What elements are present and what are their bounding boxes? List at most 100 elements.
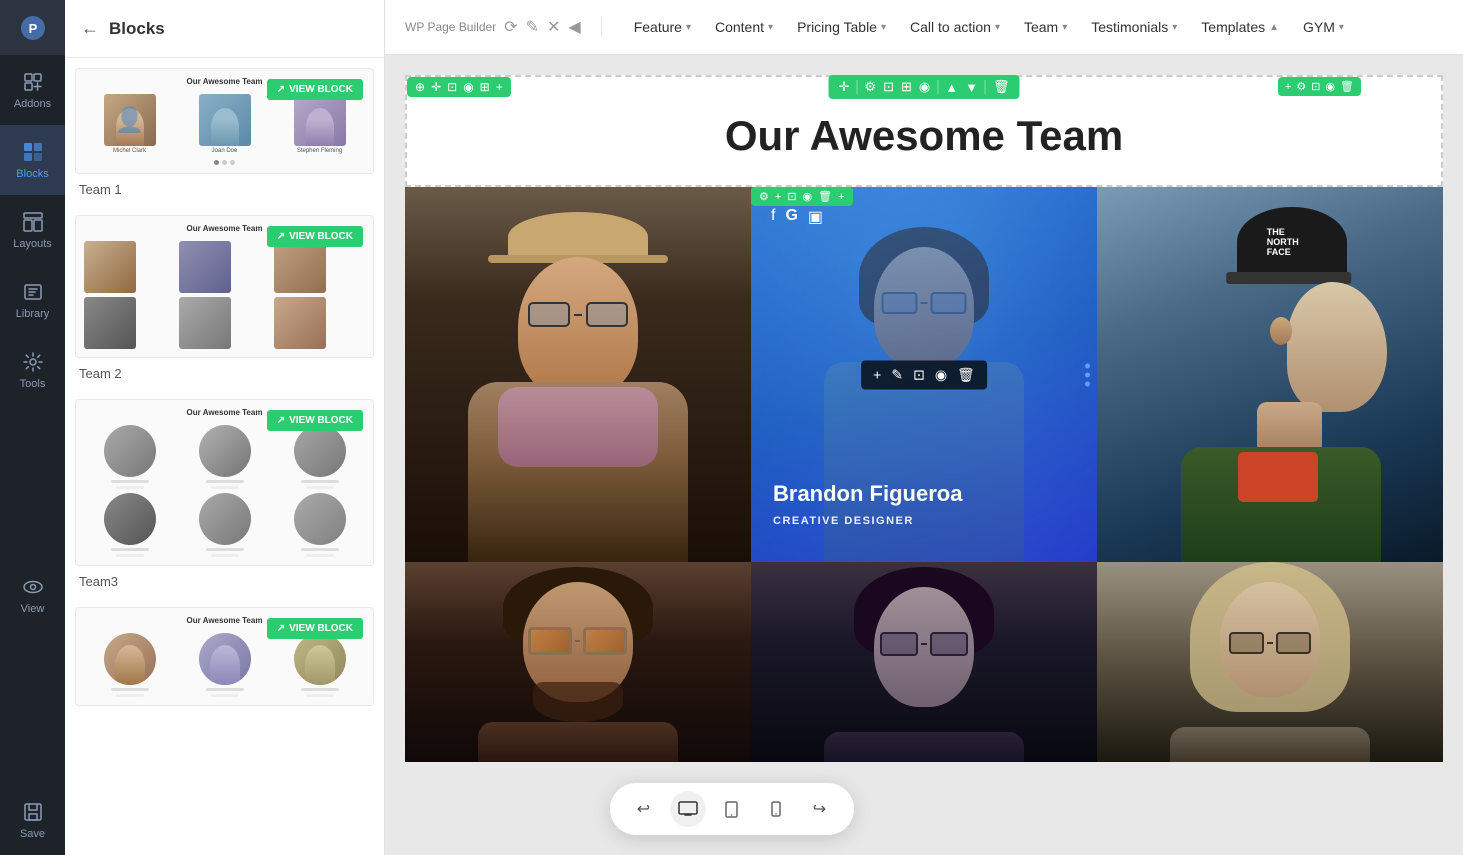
col-settings2-icon[interactable]: ⚙ [1296, 80, 1306, 93]
card2-person-role: CREATIVE DESIGNER [773, 515, 914, 527]
card2-add-icon[interactable]: + [775, 191, 781, 203]
mini-person-1: Michel Clark [84, 94, 175, 154]
card2-delete-icon[interactable]: 🗑 [818, 190, 832, 203]
team-card-bottom-2 [751, 562, 1097, 762]
mobile-button[interactable] [758, 791, 794, 827]
close-icon[interactable]: ✕ [547, 17, 560, 37]
col-link2-icon[interactable]: ◉ [1325, 80, 1335, 93]
redo-button[interactable]: ↪ [802, 791, 838, 827]
top-nav: WP Page Builder ⟳ ✎ ✕ ◀ Feature ▾ Conten… [385, 0, 1463, 55]
row-add-icon[interactable]: ⊕ [415, 80, 425, 94]
section-delete-icon[interactable]: 🗑 [993, 79, 1010, 95]
nav-item-templates[interactable]: Templates ▲ [1189, 0, 1291, 55]
widget-link-icon[interactable]: ◉ [935, 366, 947, 383]
col-delete2-icon[interactable]: 🗑 [1340, 80, 1354, 93]
section-toolbar: ✛ ⚙ ⊡ ⊞ ◉ ▲ ▼ 🗑 [829, 75, 1020, 99]
nav-item-gym[interactable]: GYM ▾ [1291, 0, 1356, 55]
section-settings-icon[interactable]: ⚙ [864, 79, 876, 95]
refresh-icon[interactable]: ⟳ [504, 17, 517, 37]
nav-item-team[interactable]: Team ▾ [1012, 0, 1079, 55]
library-label: Library [16, 308, 50, 320]
sidebar-item-tools[interactable]: Tools [0, 335, 65, 405]
widget-delete-icon[interactable]: 🗑 [957, 366, 975, 383]
edit-icon[interactable]: ✎ [526, 17, 539, 37]
row-settings-icon[interactable]: ✛ [431, 80, 441, 94]
undo-button[interactable]: ↩ [626, 791, 662, 827]
card2-person-name: Brandon Figueroa [773, 481, 962, 507]
section-move-icon[interactable]: ✛ [839, 79, 850, 95]
mini-person-3: Stephen Fleming [274, 94, 365, 154]
bottom-card1-photo [405, 562, 751, 762]
widget-copy-icon[interactable]: ⊡ [913, 366, 925, 383]
sidebar-item-blocks[interactable]: Blocks [0, 125, 65, 195]
sidebar-item-addons[interactable]: Addons [0, 55, 65, 125]
team1-grid: Michel Clark Joan Doe Step [84, 94, 365, 154]
google-icon[interactable]: G [785, 207, 797, 227]
sidebar-item-save[interactable]: Save [0, 785, 65, 855]
row-box-icon[interactable]: ⊡ [447, 80, 457, 94]
sidebar-item-view[interactable]: View [0, 560, 65, 630]
sidebar-item-layouts[interactable]: Layouts [0, 195, 65, 265]
card2-copy-icon[interactable]: ⊡ [787, 190, 796, 203]
nav-item-feature[interactable]: Feature ▾ [622, 0, 703, 55]
row-link-icon[interactable]: ◉ [463, 80, 473, 94]
block-item-team3[interactable]: ↗VIEW BLOCK Our Awesome Team [75, 399, 374, 591]
templates-chevron: ▲ [1269, 22, 1279, 33]
block-item-team4[interactable]: ↗VIEW BLOCK Our Awesome Team [75, 607, 374, 706]
blocks-back-button[interactable]: ← [81, 18, 99, 39]
team-grid-section: ⚙ + ⊡ ◉ 🗑 + [405, 187, 1443, 762]
widget-edit-icon[interactable]: ✎ [891, 366, 903, 383]
view-block-label: VIEW BLOCK [289, 84, 353, 95]
team-card-2[interactable]: ⚙ + ⊡ ◉ 🗑 + [751, 187, 1097, 562]
cta-chevron: ▾ [995, 22, 1000, 33]
block-preview-team4: ↗VIEW BLOCK Our Awesome Team [75, 607, 374, 706]
team3-grid-top [84, 425, 365, 489]
widget-add-icon[interactable]: + [873, 367, 881, 383]
block-label-team1: Team 1 [75, 174, 374, 199]
block-preview-team2: ↗VIEW BLOCK Our Awesome Team [75, 215, 374, 358]
builder-title: WP Page Builder [405, 20, 496, 34]
col-add-icon[interactable]: + [1285, 81, 1291, 93]
row-grid-icon[interactable]: ⊞ [480, 80, 490, 94]
view-block-btn-team3[interactable]: ↗VIEW BLOCK [267, 410, 363, 431]
view-block-btn-team2[interactable]: ↗VIEW BLOCK [267, 226, 363, 247]
section-up-icon[interactable]: ▲ [945, 80, 958, 95]
save-label: Save [20, 828, 45, 840]
view-block-btn-team4[interactable]: ↗VIEW BLOCK [267, 618, 363, 639]
section-link-icon[interactable]: ◉ [919, 79, 930, 95]
builder-controls: WP Page Builder ⟳ ✎ ✕ ◀ [405, 17, 602, 37]
twitch-icon[interactable]: ▣ [808, 207, 823, 227]
facebook-icon[interactable]: f [771, 207, 775, 227]
card2-role-area: CREATIVE DESIGNER [773, 515, 914, 527]
sidebar-item-library[interactable]: Library [0, 265, 65, 335]
pricing-chevron: ▾ [881, 22, 886, 33]
card2-link-icon[interactable]: ◉ [803, 190, 813, 203]
view-label: View [21, 603, 45, 615]
view-block-btn-team1[interactable]: ↗VIEW BLOCK [267, 79, 363, 100]
blocks-panel: ← Blocks ↗VIEW BLOCK Our Awesome Team [65, 0, 385, 855]
svg-text:P: P [28, 21, 37, 36]
nav-item-pricing[interactable]: Pricing Table ▾ [785, 0, 898, 55]
row-plus-icon[interactable]: + [496, 80, 503, 94]
card2-settings-icon[interactable]: ⚙ [759, 190, 769, 203]
col-copy2-icon[interactable]: ⊡ [1311, 80, 1320, 93]
team-cards-row-bottom [405, 562, 1443, 762]
feature-chevron: ▾ [686, 22, 691, 33]
collapse-icon[interactable]: ◀ [568, 17, 580, 37]
desktop-button[interactable] [670, 791, 706, 827]
block-item-team2[interactable]: ↗VIEW BLOCK Our Awesome Team [75, 215, 374, 383]
nav-item-content[interactable]: Content ▾ [703, 0, 785, 55]
section-duplicate-icon[interactable]: ⊞ [901, 79, 912, 95]
three-dots-menu[interactable] [1080, 358, 1095, 391]
section-copy-icon[interactable]: ⊡ [883, 79, 894, 95]
main-content: WP Page Builder ⟳ ✎ ✕ ◀ Feature ▾ Conten… [385, 0, 1463, 855]
tools-label: Tools [20, 378, 46, 390]
nav-item-cta[interactable]: Call to action ▾ [898, 0, 1012, 55]
tablet-button[interactable] [714, 791, 750, 827]
card2-plus2-icon[interactable]: + [838, 191, 844, 203]
bottom-card3-photo [1097, 562, 1443, 762]
block-item-team1[interactable]: ↗VIEW BLOCK Our Awesome Team Michel Clar… [75, 68, 374, 199]
nav-item-testimonials[interactable]: Testimonials ▾ [1079, 0, 1189, 55]
testimonials-chevron: ▾ [1172, 22, 1177, 33]
section-down-icon[interactable]: ▼ [965, 80, 978, 95]
